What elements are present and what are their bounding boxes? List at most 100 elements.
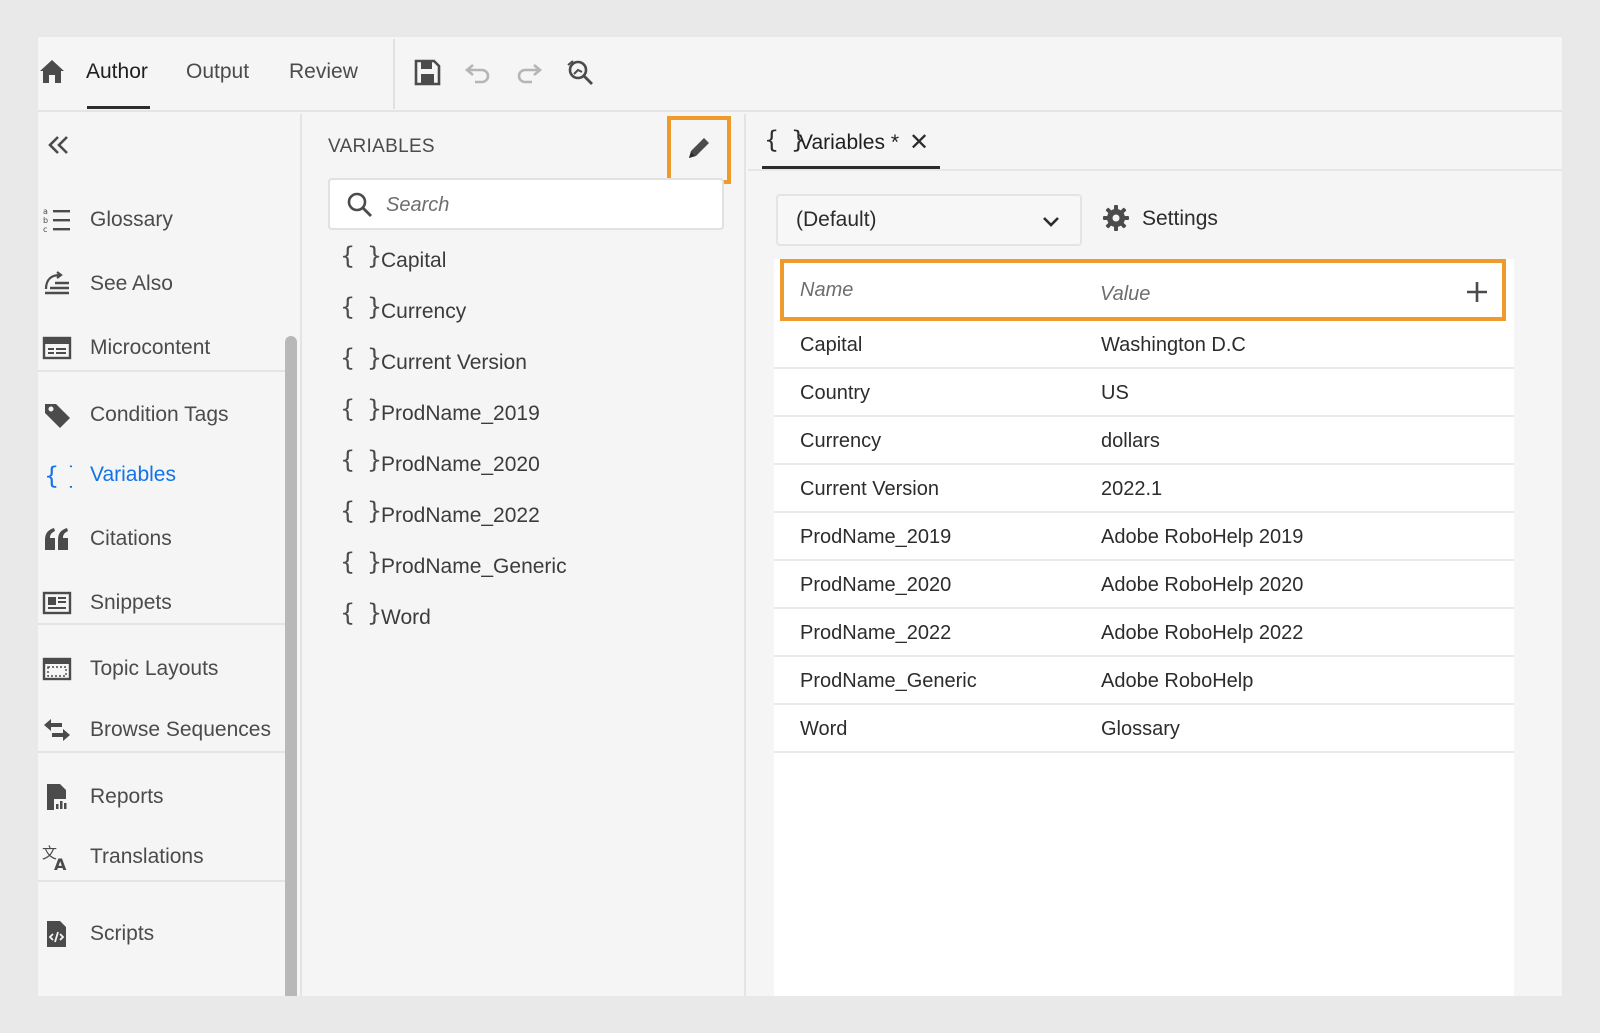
list-item-prodname-generic[interactable]: { } ProdName_Generic [328, 546, 724, 588]
cell-value[interactable]: dollars [1101, 430, 1160, 453]
collapse-panel-icon[interactable] [46, 132, 72, 158]
sidebar-item-label: Browse Sequences [90, 718, 271, 741]
list-item-label: ProdName_2020 [381, 453, 540, 476]
braces-icon: { } [44, 462, 72, 490]
braces-icon: { } [340, 497, 385, 525]
braces-icon: { } [340, 344, 385, 372]
sidebar-item-condition-tags[interactable]: Condition Tags [38, 395, 286, 435]
top-toolbar: Author Output Review [38, 37, 1562, 112]
cell-name: Word [800, 718, 848, 740]
tab-output[interactable]: Output [186, 60, 249, 84]
cell-name: ProdName_2020 [800, 574, 952, 596]
reports-icon [47, 784, 68, 810]
table-row[interactable]: ProdName_2022 Adobe RoboHelp 2022 [774, 609, 1514, 657]
search-input[interactable] [386, 188, 706, 222]
table-row[interactable]: ProdName_2020 Adobe RoboHelp 2020 [774, 561, 1514, 609]
home-icon[interactable] [38, 57, 66, 85]
glossary-icon: a b c [43, 207, 70, 234]
list-item-prodname-2020[interactable]: { } ProdName_2020 [328, 444, 724, 486]
cell-value[interactable]: Adobe RoboHelp 2019 [1101, 526, 1303, 549]
panel-title: VARIABLES [328, 136, 435, 157]
table-row[interactable]: Word Glossary [774, 705, 1514, 753]
left-nav: a b c Glossary See Also Microcontent Con… [38, 114, 298, 996]
sidebar-item-glossary[interactable]: a b c Glossary [38, 200, 286, 240]
cell-value[interactable]: US [1101, 382, 1129, 405]
settings-button[interactable]: Settings [1102, 202, 1262, 242]
editor-content: (Default) Settings Name Value Capital Wa… [774, 184, 1538, 996]
sidebar-item-label: Snippets [90, 591, 172, 614]
cell-value[interactable]: Adobe RoboHelp 2020 [1101, 574, 1303, 597]
variable-set-dropdown[interactable]: (Default) [776, 194, 1082, 246]
active-tab-indicator [87, 106, 150, 109]
tab-author[interactable]: Author [86, 60, 148, 84]
sidebar-item-see-also[interactable]: See Also [38, 264, 286, 304]
nav-separator [38, 623, 286, 625]
list-item-prodname-2019[interactable]: { } ProdName_2019 [328, 393, 724, 435]
sidebar-item-snippets[interactable]: Snippets [38, 583, 286, 623]
find-replace-icon[interactable] [565, 57, 595, 87]
braces-icon: { } [340, 548, 385, 576]
chevron-down-icon [1043, 217, 1059, 227]
search-icon [347, 192, 372, 217]
svg-text:A: A [54, 855, 67, 872]
braces-icon: { } [340, 395, 385, 423]
sidebar-item-browse-sequences[interactable]: Browse Sequences [38, 710, 286, 750]
sidebar-item-topic-layouts[interactable]: Topic Layouts [38, 649, 286, 689]
cell-value[interactable]: Adobe RoboHelp [1101, 670, 1253, 693]
nav-separator [38, 370, 286, 372]
cell-value[interactable]: Glossary [1101, 718, 1180, 741]
cell-name: Current Version [800, 478, 939, 500]
table-header-highlight [780, 259, 1506, 321]
redo-icon[interactable] [514, 57, 544, 87]
braces-icon: { } [340, 242, 385, 270]
svg-text:c: c [43, 225, 47, 234]
table-header: Name Value [774, 259, 1514, 321]
sidebar-item-label: Variables [90, 463, 176, 486]
dropdown-value: (Default) [796, 208, 877, 231]
sidebar-item-label: Glossary [90, 208, 173, 231]
undo-icon[interactable] [463, 57, 493, 87]
sidebar-item-label: Topic Layouts [90, 657, 219, 680]
left-nav-scrollbar[interactable] [285, 336, 297, 996]
close-icon[interactable]: ✕ [909, 128, 929, 156]
list-item-currency[interactable]: { } Currency [328, 291, 724, 333]
sidebar-item-label: Microcontent [90, 336, 211, 359]
sidebar-item-citations[interactable]: Citations [38, 519, 286, 559]
table-row[interactable]: Capital Washington D.C [774, 321, 1514, 369]
table-row[interactable]: ProdName_2019 Adobe RoboHelp 2019 [774, 513, 1514, 561]
nav-separator [38, 751, 286, 753]
list-item-label: Current Version [381, 351, 527, 374]
microcontent-icon [42, 336, 72, 360]
editor-pane: { } Variables * ✕ (Default) Settings Nam… [748, 114, 1562, 996]
sidebar-item-label: Citations [90, 527, 172, 550]
list-item-current-version[interactable]: { } Current Version [328, 342, 724, 384]
sidebar-item-microcontent[interactable]: Microcontent [38, 328, 286, 368]
sidebar-item-label: Scripts [90, 922, 155, 945]
table-row[interactable]: Country US [774, 369, 1514, 417]
list-item-word[interactable]: { } Word [328, 597, 724, 639]
list-item-prodname-2022[interactable]: { } ProdName_2022 [328, 495, 724, 537]
cell-value[interactable]: Adobe RoboHelp 2022 [1101, 622, 1303, 645]
list-item-capital[interactable]: { } Capital [328, 240, 724, 282]
sidebar-item-reports[interactable]: Reports [38, 777, 286, 817]
variable-search[interactable] [328, 178, 724, 230]
table-row[interactable]: Currency dollars [774, 417, 1514, 465]
braces-icon: { } [340, 599, 385, 627]
list-item-label: Capital [381, 249, 447, 272]
pencil-icon[interactable] [685, 134, 713, 162]
sidebar-item-label: Condition Tags [90, 403, 229, 426]
cell-value[interactable]: Washington D.C [1101, 334, 1246, 357]
table-row[interactable]: Current Version 2022.1 [774, 465, 1514, 513]
sidebar-item-translations[interactable]: 文 A Translations [38, 837, 286, 877]
sidebar-item-scripts[interactable]: Scripts [38, 914, 286, 954]
script-icon [47, 921, 66, 947]
tag-icon [45, 404, 70, 428]
tab-review[interactable]: Review [289, 60, 358, 84]
sidebar-item-label: See Also [90, 272, 173, 295]
cell-name: ProdName_Generic [800, 670, 977, 692]
table-row[interactable]: ProdName_Generic Adobe RoboHelp [774, 657, 1514, 705]
snippet-icon [42, 591, 72, 615]
sidebar-item-variables[interactable]: { } Variables [38, 455, 286, 495]
save-icon[interactable] [412, 57, 442, 87]
cell-value[interactable]: 2022.1 [1101, 478, 1162, 501]
